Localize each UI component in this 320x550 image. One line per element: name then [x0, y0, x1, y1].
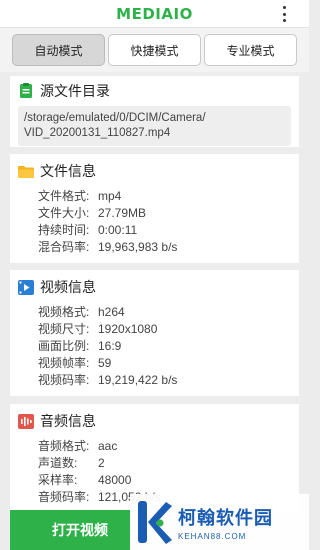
video-info-row: 视频尺寸: 1920x1080: [38, 322, 158, 336]
file-info-row: 混合码率: 19,963,983 b/s: [38, 240, 178, 254]
overflow-menu-icon[interactable]: [281, 6, 287, 22]
video-info-row: 视频帧率: 59: [38, 356, 112, 370]
audio-wave-icon: [18, 413, 34, 429]
watermark-logo: [138, 501, 172, 544]
video-info-card: 视频信息 视频格式: h264 视频尺寸: 1920x1080 画面比例: 16:9 …: [10, 270, 299, 396]
video-info-row: 视频格式: h264: [38, 305, 125, 319]
folder-icon: [18, 163, 34, 179]
open-video-button[interactable]: 打开视频: [10, 510, 130, 550]
source-path: /storage/emulated/0/DCIM/Camera/ VID_202…: [18, 106, 291, 146]
tab-quick-mode[interactable]: 快捷模式: [108, 34, 201, 66]
file-info-row: 持续时间: 0:00:11: [38, 223, 138, 237]
video-info-title: 视频信息: [40, 279, 96, 295]
tab-auto-mode[interactable]: 自动模式: [12, 34, 105, 66]
audio-info-row: 声道数: 2: [38, 456, 105, 470]
app-bar: MEDIAIO: [0, 0, 309, 28]
watermark: 柯翰软件园 KEHAN88.COM: [130, 494, 309, 550]
tab-pro-mode[interactable]: 专业模式: [204, 34, 297, 66]
file-info-title: 文件信息: [40, 163, 96, 179]
file-info-row: 文件格式: mp4: [38, 189, 122, 203]
video-icon: [18, 279, 34, 295]
audio-info-row: 采样率: 48000: [38, 473, 132, 487]
source-path-line2: VID_20200131_110827.mp4: [24, 127, 171, 139]
video-info-row: 视频码率: 19,219,422 b/s: [38, 373, 178, 387]
source-path-line1: /storage/emulated/0/DCIM/Camera/: [24, 112, 206, 124]
document-icon: [18, 83, 34, 99]
source-title: 源文件目录: [40, 83, 110, 99]
file-info-row: 文件大小: 27.79MB: [38, 206, 147, 220]
watermark-name: 柯翰软件园: [178, 507, 273, 528]
watermark-site: KEHAN88.COM: [178, 531, 247, 541]
file-info-card: 文件信息 文件格式: mp4 文件大小: 27.79MB 持续时间: 0:00:11 …: [10, 154, 299, 263]
source-card: 源文件目录 /storage/emulated/0/DCIM/Camera/ V…: [10, 76, 299, 147]
audio-info-row: 音频格式: aac: [38, 439, 118, 453]
mode-tabs: 自动模式 快捷模式 专业模式: [0, 28, 309, 72]
audio-info-title: 音频信息: [40, 413, 96, 429]
video-info-row: 画面比例: 16:9: [38, 339, 122, 353]
app-brand: MEDIAIO: [116, 4, 193, 23]
